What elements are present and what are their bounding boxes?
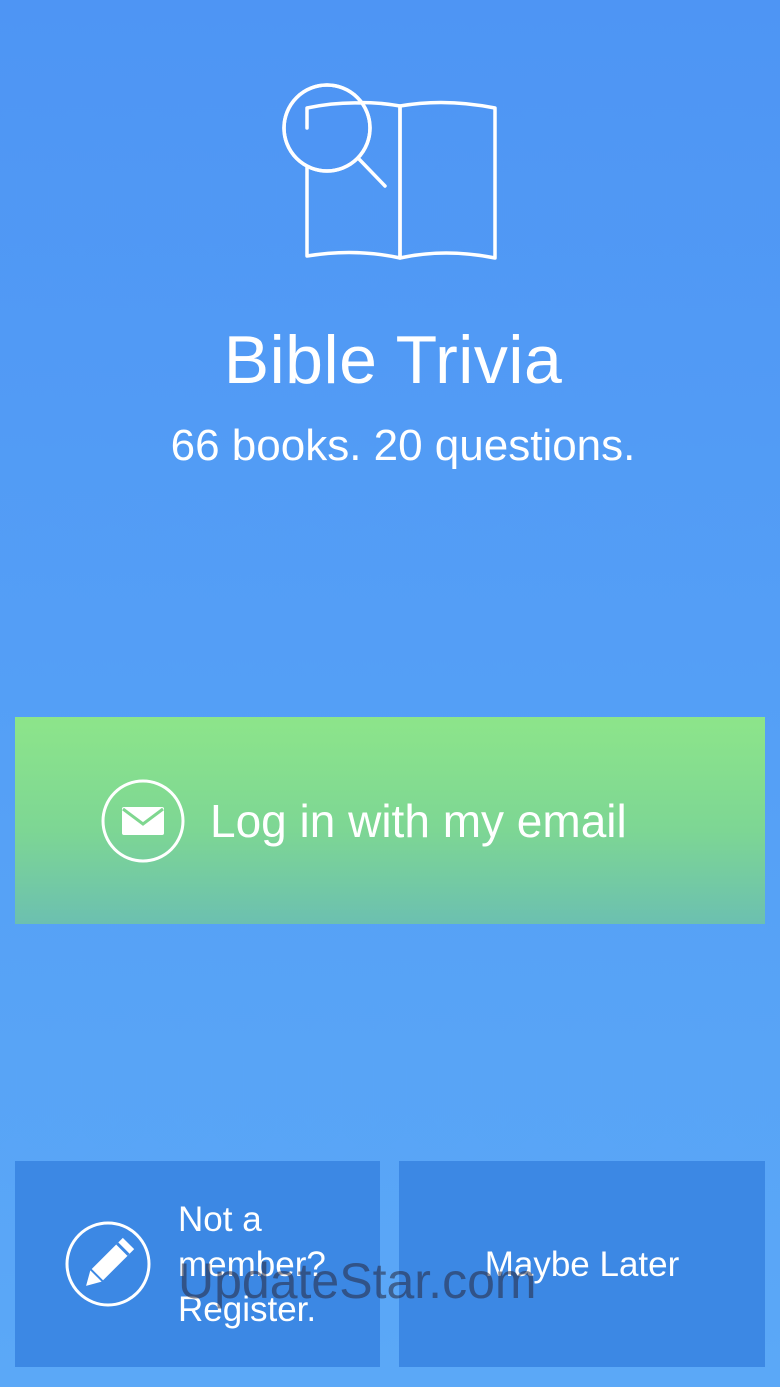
- register-button[interactable]: Not a member? Register.: [15, 1161, 380, 1367]
- app-tagline: 66 books. 20 questions.: [170, 421, 636, 470]
- envelope-icon: [101, 779, 185, 863]
- maybe-later-label: Maybe Later: [484, 1245, 680, 1284]
- login-email-button[interactable]: Log in with my email: [15, 717, 765, 924]
- login-email-label: Log in with my email: [210, 795, 627, 847]
- maybe-later-button[interactable]: Maybe Later: [399, 1161, 765, 1367]
- register-label: Not a member? Register.: [178, 1200, 326, 1329]
- pencil-icon: [65, 1221, 151, 1307]
- app-title: Bible Trivia: [223, 322, 563, 398]
- open-book-magnifier-icon: [282, 83, 497, 260]
